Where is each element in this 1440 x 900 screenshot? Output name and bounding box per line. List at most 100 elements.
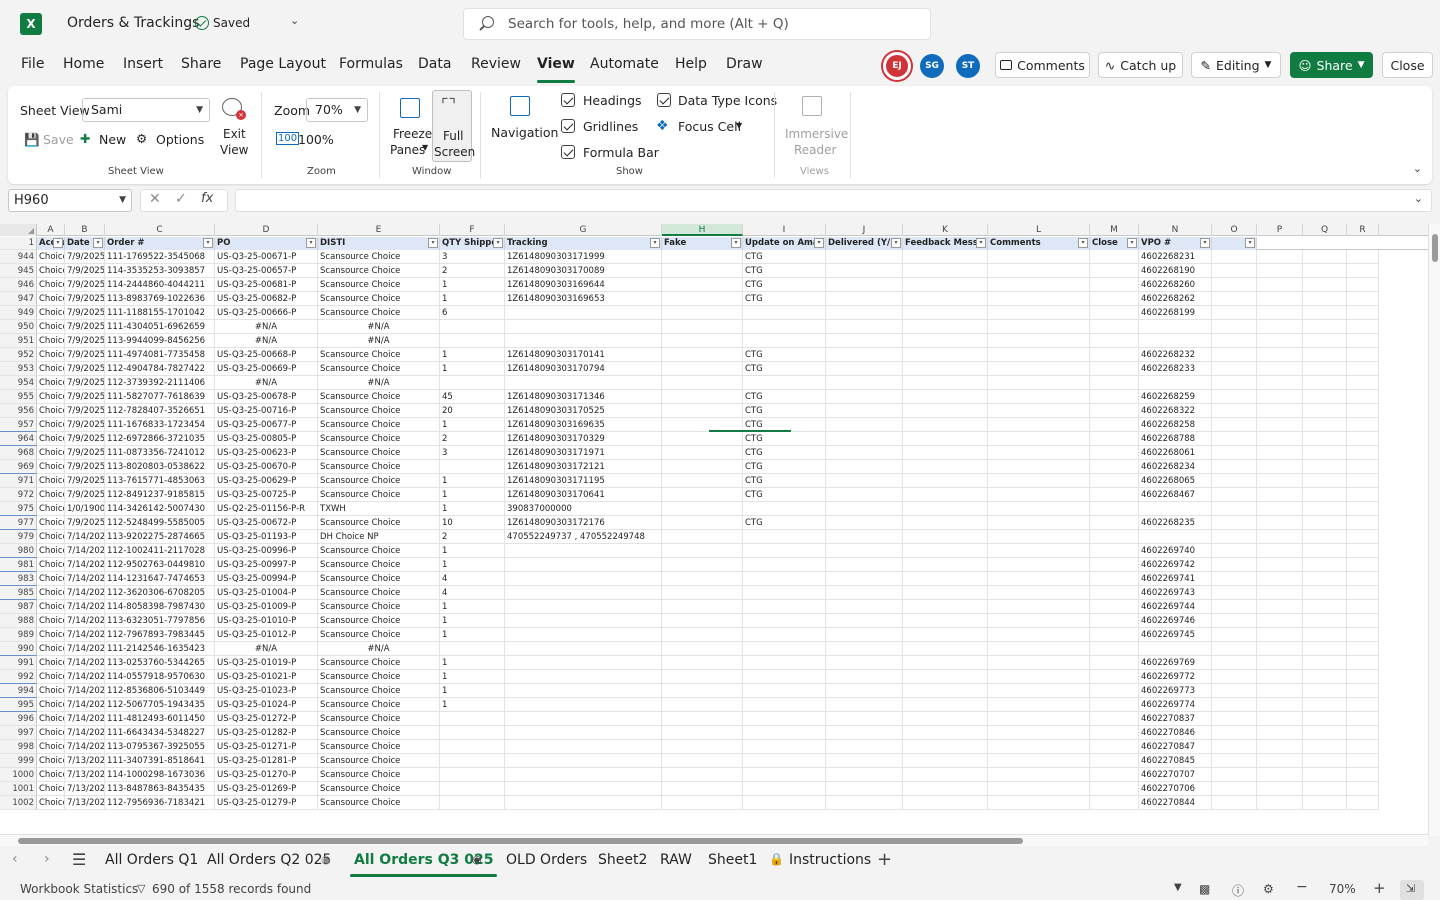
table-cell[interactable]: Choice [37,404,65,418]
table-cell[interactable]: US-Q3-25-00682-P [215,292,318,306]
table-cell[interactable] [826,754,903,768]
table-cell[interactable] [1347,250,1379,264]
table-cell[interactable] [1090,586,1139,600]
table-cell[interactable]: Choice [37,670,65,684]
table-cell[interactable]: 7/9/2025 [65,362,105,376]
table-cell[interactable]: 4602268322 [1139,404,1212,418]
row-number[interactable]: 995 [0,698,37,712]
row-number[interactable]: 999 [0,754,37,768]
table-cell[interactable] [662,684,743,698]
table-cell[interactable]: Scansource Choice [318,474,440,488]
table-cell[interactable] [988,250,1090,264]
table-cell[interactable] [1212,614,1257,628]
table-cell[interactable]: 113-8983769-1022636 [105,292,215,306]
view-options-icon[interactable]: ⚙ [1263,882,1274,896]
table-cell[interactable] [826,390,903,404]
column-header-r[interactable]: R [1347,224,1379,236]
row-number[interactable]: 994 [0,684,37,698]
title-chevron-down-icon[interactable]: ⌄ [290,14,299,27]
table-cell[interactable] [1257,404,1303,418]
table-cell[interactable]: Scansource Choice [318,432,440,446]
table-cell[interactable]: 7/9/2025 [65,404,105,418]
table-cell[interactable] [440,712,505,726]
table-cell[interactable] [1212,404,1257,418]
table-cell[interactable]: 1Z6148090303171346 [505,390,662,404]
table-cell[interactable]: Choice [37,460,65,474]
table-cell[interactable] [1212,460,1257,474]
table-cell[interactable] [1212,292,1257,306]
tab-all-orders-q1[interactable]: All Orders Q1 [105,852,198,868]
table-cell[interactable] [903,796,988,810]
table-cell[interactable] [1257,782,1303,796]
table-cell[interactable]: 4602268259 [1139,390,1212,404]
table-cell[interactable] [1347,278,1379,292]
table-cell[interactable]: #N/A [215,320,318,334]
table-cell[interactable] [662,726,743,740]
table-cell[interactable]: 1Z6148090303170329 [505,432,662,446]
table-cell[interactable] [1090,670,1139,684]
row-number[interactable]: 991 [0,656,37,670]
table-cell[interactable]: Choice [37,796,65,810]
table-cell[interactable]: 113-6323051-7797856 [105,614,215,628]
table-cell[interactable] [1257,334,1303,348]
table-cell[interactable]: Choice [37,530,65,544]
table-cell[interactable]: Scansource Choice [318,614,440,628]
table-cell[interactable]: 7/14/2025 [65,628,105,642]
table-cell[interactable]: US-Q3-25-00681-P [215,278,318,292]
table-cell[interactable]: 7/9/2025 [65,516,105,530]
table-cell[interactable] [662,558,743,572]
table-cell[interactable] [1212,572,1257,586]
filter-dropdown-icon[interactable]: ▾ [650,238,660,248]
table-cell[interactable] [826,278,903,292]
table-cell[interactable]: 4602268260 [1139,278,1212,292]
table-cell[interactable]: Choice [37,614,65,628]
table-cell[interactable]: 7/13/2025 [65,782,105,796]
row-number[interactable]: 988 [0,614,37,628]
table-cell[interactable]: 3 [440,446,505,460]
table-cell[interactable]: 1Z6148090303170525 [505,404,662,418]
table-cell[interactable]: 7/9/2025 [65,320,105,334]
table-cell[interactable] [1139,502,1212,516]
table-cell[interactable]: 7/14/2025 [65,558,105,572]
table-cell[interactable] [743,572,826,586]
table-cell[interactable]: CTG [743,446,826,460]
table-cell[interactable] [826,320,903,334]
table-cell[interactable] [1257,586,1303,600]
table-cell[interactable] [988,306,1090,320]
column-header-g[interactable]: G [505,224,662,236]
table-cell[interactable]: Scansource Choice [318,768,440,782]
table-cell[interactable] [662,586,743,600]
table-cell[interactable]: 113-7615771-4853063 [105,474,215,488]
table-cell[interactable] [826,726,903,740]
table-cell[interactable] [903,614,988,628]
table-cell[interactable]: CTG [743,460,826,474]
table-cell[interactable] [903,264,988,278]
table-cell[interactable] [826,712,903,726]
table-cell[interactable]: 7/9/2025 [65,348,105,362]
table-cell[interactable] [826,250,903,264]
share-button[interactable]: ☺ Share ▼ [1290,52,1373,78]
table-cell[interactable] [1090,712,1139,726]
table-cell[interactable] [1347,740,1379,754]
table-cell[interactable] [1257,264,1303,278]
table-cell[interactable] [1090,502,1139,516]
table-cell[interactable]: 7/9/2025 [65,390,105,404]
table-cell[interactable] [505,670,662,684]
table-cell[interactable] [1257,628,1303,642]
table-cell[interactable] [1303,614,1347,628]
table-cell[interactable] [505,558,662,572]
table-cell[interactable]: 1 [440,474,505,488]
table-cell[interactable]: Scansource Choice [318,404,440,418]
table-cell[interactable] [903,502,988,516]
table-cell[interactable] [903,768,988,782]
table-cell[interactable] [662,446,743,460]
table-cell[interactable] [440,782,505,796]
table-cell[interactable] [826,572,903,586]
row-number[interactable]: 1 [0,237,37,250]
table-cell[interactable]: Choice [37,684,65,698]
table-cell[interactable] [662,530,743,544]
table-cell[interactable]: 4602269769 [1139,656,1212,670]
table-cell[interactable]: US-Q3-25-01021-P [215,670,318,684]
header-cell[interactable]: QTY Shippe ▾ [440,237,505,250]
table-cell[interactable] [826,362,903,376]
